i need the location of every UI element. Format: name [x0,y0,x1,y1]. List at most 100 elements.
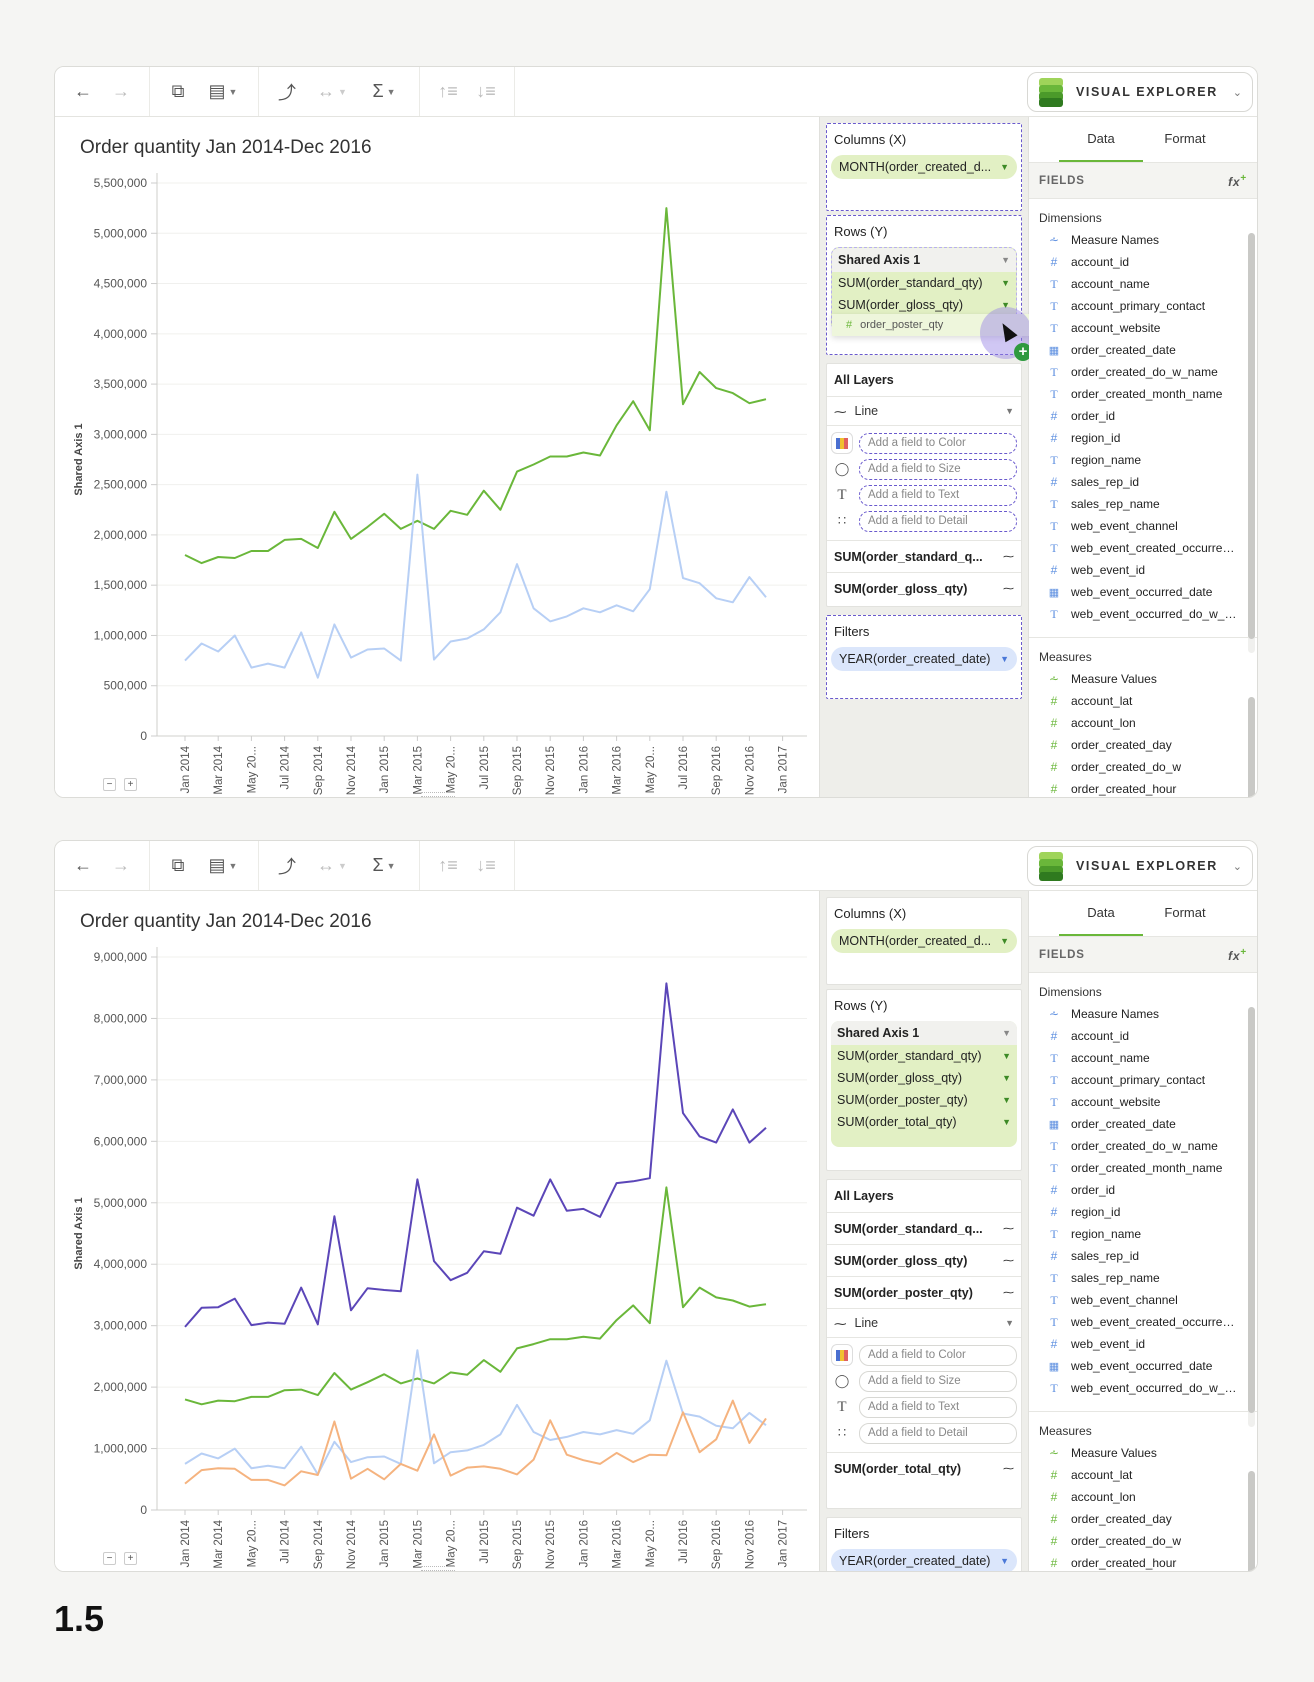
resize-handle[interactable] [421,792,455,797]
zoom-out-button[interactable]: − [103,1552,116,1565]
scroll-thumb[interactable] [1248,1471,1255,1571]
back-button[interactable]: ← [67,850,99,882]
layer-row[interactable]: SUM(order_gloss_qty) ⁓ [827,1244,1021,1276]
text-drop-field[interactable]: Add a field to Text [859,1396,1017,1418]
rows-pill[interactable]: SUM(order_standard_qty) ▼ [832,272,1016,294]
field-item[interactable]: Taccount_name [1029,1047,1257,1069]
layer-row[interactable]: SUM(order_gloss_qty) ⁓ [827,572,1021,604]
tab-format[interactable]: Format [1143,891,1227,936]
field-item[interactable]: ▦ order_created_date [1029,339,1257,361]
field-item[interactable]: # order_created_do_w [1029,756,1257,778]
zoom-in-button[interactable]: + [124,778,137,791]
forward-button[interactable]: → [105,850,137,882]
field-item[interactable]: # account_lat [1029,1464,1257,1486]
duplicate-chart-button[interactable]: ⧉ [162,76,194,108]
filter-pill[interactable]: YEAR(order_created_date) ▼ [831,1549,1017,1571]
dimensions-scrollbar[interactable] [1248,1007,1255,1427]
field-item[interactable]: # web_event_id [1029,559,1257,581]
field-item[interactable]: Taccount_name [1029,273,1257,295]
zoom-out-button[interactable]: − [103,778,116,791]
series-line-standard[interactable] [184,207,767,565]
visual-explorer-button[interactable]: VISUAL EXPLORER ⌄ [1027,72,1253,112]
field-item[interactable]: # order_created_day [1029,734,1257,756]
field-item[interactable]: # order_id [1029,405,1257,427]
field-item[interactable]: # account_lat [1029,690,1257,712]
layer-row[interactable]: SUM(order_total_qty) ⁓ [827,1452,1021,1484]
field-item[interactable]: Taccount_primary_contact [1029,1069,1257,1091]
tab-data[interactable]: Data [1059,891,1143,936]
field-item[interactable]: Taccount_website [1029,317,1257,339]
text-icon[interactable]: T [831,484,853,506]
field-item[interactable]: # account_id [1029,1025,1257,1047]
filters-shelf[interactable]: Filters YEAR(order_created_date) ▼ [826,615,1022,699]
filters-shelf[interactable]: Filters YEAR(order_created_date) ▼ [826,1517,1022,1571]
text-drop-field[interactable]: Add a field to Text [859,484,1017,506]
fx-plus-icon[interactable]: fx+ [1228,173,1247,189]
color-drop-field[interactable]: Add a field to Color [859,1344,1017,1366]
field-item[interactable]: Torder_created_month_name [1029,383,1257,405]
swap-axes-button[interactable]: ⤴ [271,850,303,882]
field-item[interactable]: ⩪ Measure Values [1029,1442,1257,1464]
field-item[interactable]: # sales_rep_id [1029,1245,1257,1267]
color-drop-field[interactable]: Add a field to Color [859,432,1017,454]
field-item[interactable]: # web_event_id [1029,1333,1257,1355]
field-item[interactable]: # account_lon [1029,712,1257,734]
field-item[interactable]: Tweb_event_occurred_do_w_na... [1029,603,1257,625]
sort-descending-button[interactable]: ↓≡ [470,76,502,108]
sort-ascending-button[interactable]: ↑≡ [432,850,464,882]
columns-pill[interactable]: MONTH(order_created_d... ▼ [831,929,1017,953]
field-item[interactable]: # sales_rep_id [1029,471,1257,493]
series-line-gloss[interactable] [184,1349,767,1476]
forward-button[interactable]: → [105,76,137,108]
field-item[interactable]: # region_id [1029,427,1257,449]
field-item[interactable]: ▦ order_created_date [1029,1113,1257,1135]
measures-scrollbar[interactable] [1248,1471,1255,1571]
swap-axes-button[interactable]: ⤴ [271,76,303,108]
field-item[interactable]: # order_created_hour [1029,778,1257,797]
shared-axis-header[interactable]: Shared Axis 1 ▼ [831,1021,1017,1045]
layer-row[interactable]: SUM(order_standard_q... ⁓ [827,1212,1021,1244]
zoom-in-button[interactable]: + [124,1552,137,1565]
field-item[interactable]: Tweb_event_channel [1029,1289,1257,1311]
field-item[interactable]: ⩪ Measure Names [1029,229,1257,251]
field-item[interactable]: # account_id [1029,251,1257,273]
field-item[interactable]: # order_created_do_w [1029,1530,1257,1552]
tab-format[interactable]: Format [1143,117,1227,162]
resize-handle[interactable] [421,1566,455,1571]
fx-plus-icon[interactable]: fx+ [1228,947,1247,963]
field-item[interactable]: # account_lon [1029,1486,1257,1508]
back-button[interactable]: ← [67,76,99,108]
layer-row[interactable]: SUM(order_poster_qty) ⁓ [827,1276,1021,1308]
field-item[interactable]: # order_id [1029,1179,1257,1201]
visual-explorer-button[interactable]: VISUAL EXPLORER ⌄ [1027,846,1253,886]
size-icon[interactable]: ◯ [831,1370,853,1392]
mark-type-select[interactable]: ⁓ Line ▼ [827,1308,1021,1338]
layer-row[interactable]: SUM(order_standard_q... ⁓ [827,540,1021,572]
series-line-gloss[interactable] [184,473,767,679]
scroll-thumb[interactable] [1248,233,1255,639]
field-item[interactable]: Taccount_primary_contact [1029,295,1257,317]
scroll-thumb[interactable] [1248,1007,1255,1413]
field-item[interactable]: Tweb_event_channel [1029,515,1257,537]
field-item[interactable]: Tweb_event_created_occurred... [1029,1311,1257,1333]
field-item[interactable]: ▦ web_event_occurred_date [1029,581,1257,603]
field-item[interactable]: Taccount_website [1029,1091,1257,1113]
field-item[interactable]: # order_created_hour [1029,1552,1257,1571]
field-item[interactable]: Tsales_rep_name [1029,493,1257,515]
fit-button[interactable]: ↔ ▼ [309,76,355,108]
field-item[interactable]: ⩪ Measure Names [1029,1003,1257,1025]
measures-scrollbar[interactable] [1248,697,1255,797]
mark-type-select[interactable]: ⁓ Line ▼ [827,396,1021,426]
field-item[interactable]: Tweb_event_created_occurred... [1029,537,1257,559]
detail-drop-field[interactable]: Add a field to Detail [859,1422,1017,1444]
field-item[interactable]: Torder_created_do_w_name [1029,1135,1257,1157]
color-icon[interactable] [831,432,853,454]
rows-pill[interactable]: SUM(order_total_qty) ▼ [831,1111,1017,1133]
field-item[interactable]: Tregion_name [1029,449,1257,471]
text-icon[interactable]: T [831,1396,853,1418]
field-item[interactable]: # region_id [1029,1201,1257,1223]
field-item[interactable]: ▦ web_event_occurred_date [1029,1355,1257,1377]
aggregate-button[interactable]: Σ ▼ [361,850,407,882]
columns-shelf[interactable]: Columns (X) MONTH(order_created_d... ▼ [826,123,1022,211]
color-icon[interactable] [831,1344,853,1366]
